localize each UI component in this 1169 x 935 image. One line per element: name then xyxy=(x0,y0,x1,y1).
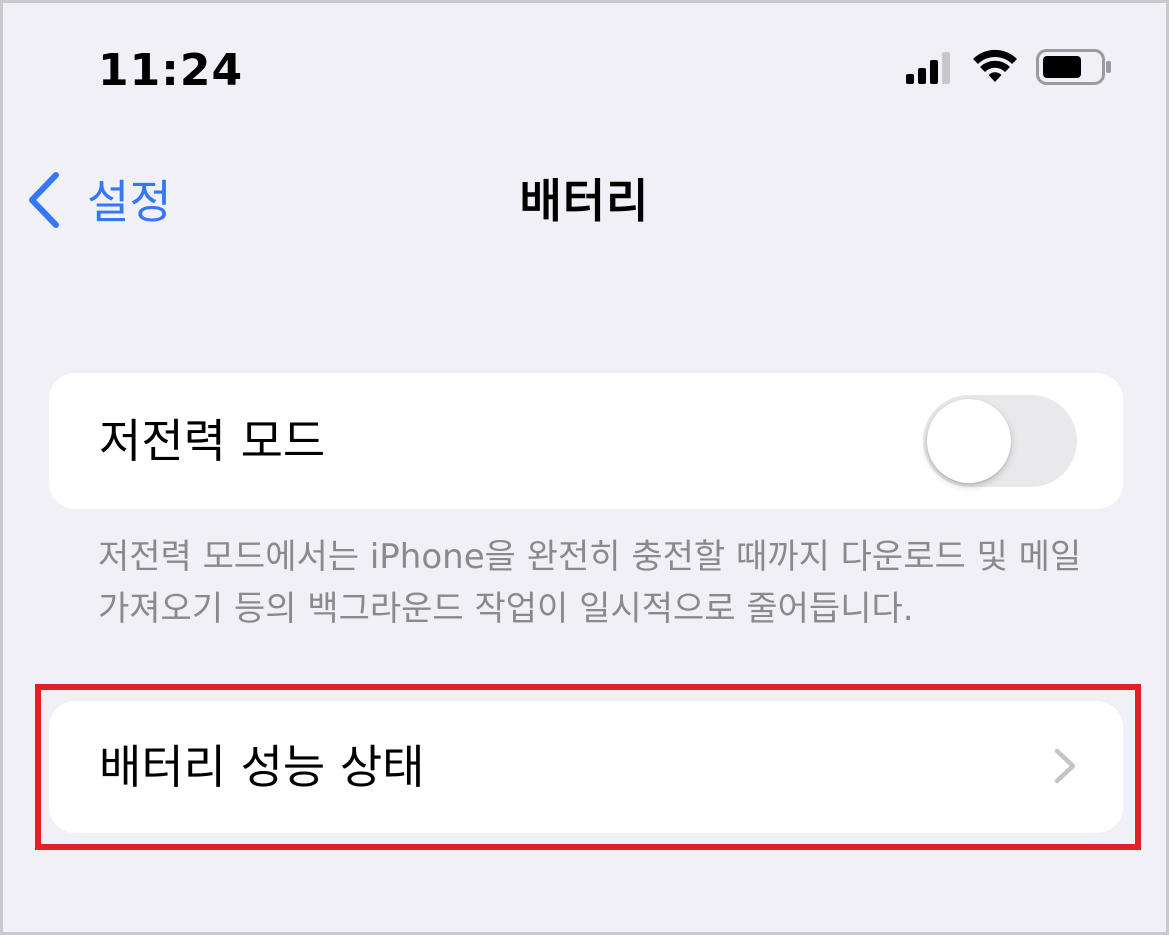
low-power-mode-row: 저전력 모드 xyxy=(49,373,1123,509)
battery-health-row[interactable]: 배터리 성능 상태 xyxy=(49,701,1123,833)
toggle-knob xyxy=(927,399,1011,483)
cellular-signal-icon xyxy=(906,50,954,84)
low-power-mode-label: 저전력 모드 xyxy=(99,414,326,468)
chevron-right-icon xyxy=(1053,747,1077,789)
battery-icon xyxy=(1036,49,1112,85)
battery-health-label: 배터리 성능 상태 xyxy=(99,740,425,794)
page-title: 배터리 xyxy=(519,174,650,228)
low-power-mode-toggle[interactable] xyxy=(923,395,1077,487)
low-power-mode-description: 저전력 모드에서는 iPhone을 완전히 충전할 때까지 다운로드 및 메일 … xyxy=(98,537,1082,629)
wifi-icon xyxy=(972,49,1018,85)
settings-screen: 11:24 설정 배터리 저전력 모드 저전력 모드에서는 iPhone을 완전… xyxy=(0,0,1169,935)
status-time: 11:24 xyxy=(98,45,244,96)
status-icons xyxy=(906,49,1112,85)
